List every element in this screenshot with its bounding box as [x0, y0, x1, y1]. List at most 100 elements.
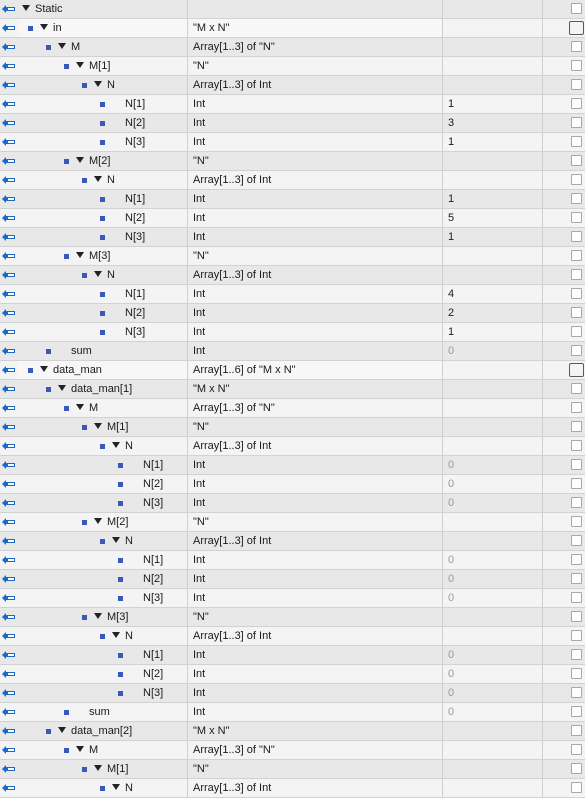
tree-row[interactable]: N[3] Int 0 [0, 684, 585, 703]
tree-row[interactable]: N[3] Int 0 [0, 494, 585, 513]
retain-checkbox[interactable] [571, 706, 582, 717]
name-cell[interactable]: N [18, 76, 188, 94]
name-cell[interactable]: N [18, 266, 188, 284]
name-cell[interactable]: M[1] [18, 418, 188, 436]
tree-row[interactable]: N[2] Int 2 [0, 304, 585, 323]
retain-cell[interactable] [544, 760, 585, 778]
name-cell[interactable]: N[2] [18, 304, 188, 322]
retain-cell[interactable] [544, 57, 585, 75]
expand-triangle-icon[interactable] [94, 81, 102, 87]
name-cell[interactable]: N [18, 627, 188, 645]
retain-checkbox[interactable] [571, 41, 582, 52]
expand-triangle-icon[interactable] [94, 613, 102, 619]
tree-row[interactable]: N Array[1..3] of Int [0, 76, 585, 95]
data-type-cell[interactable]: Int [189, 323, 443, 341]
retain-checkbox[interactable] [571, 497, 582, 508]
name-cell[interactable]: M[2] [18, 513, 188, 531]
name-cell[interactable]: N[3] [18, 589, 188, 607]
retain-checkbox[interactable] [571, 231, 582, 242]
name-cell[interactable]: N[2] [18, 114, 188, 132]
name-cell[interactable]: N [18, 779, 188, 797]
name-cell[interactable]: M [18, 38, 188, 56]
start-value-cell[interactable]: 0 [443, 684, 543, 702]
name-cell[interactable]: data_man[1] [18, 380, 188, 398]
retain-checkbox[interactable] [571, 725, 582, 736]
retain-cell[interactable] [544, 399, 585, 417]
tree-row[interactable]: data_man Array[1..6] of "M x N" [0, 361, 585, 380]
expand-triangle-icon[interactable] [58, 385, 66, 391]
retain-cell[interactable] [544, 171, 585, 189]
retain-cell[interactable] [544, 703, 585, 721]
expand-triangle-icon[interactable] [40, 24, 48, 30]
start-value-cell[interactable]: 1 [443, 95, 543, 113]
retain-checkbox[interactable] [571, 383, 582, 394]
retain-checkbox[interactable] [569, 363, 584, 377]
tree-row[interactable]: data_man[2] "M x N" [0, 722, 585, 741]
retain-cell[interactable] [544, 209, 585, 227]
data-type-cell[interactable]: Array[1..3] of Int [189, 171, 443, 189]
data-type-cell[interactable]: "M x N" [189, 19, 443, 37]
expand-triangle-icon[interactable] [94, 423, 102, 429]
start-value-cell[interactable]: 1 [443, 133, 543, 151]
expand-triangle-icon[interactable] [112, 784, 120, 790]
start-value-cell[interactable] [443, 38, 543, 56]
retain-cell[interactable] [544, 76, 585, 94]
retain-checkbox[interactable] [571, 554, 582, 565]
data-type-cell[interactable]: "M x N" [189, 722, 443, 740]
start-value-cell[interactable] [443, 741, 543, 759]
retain-cell[interactable] [544, 418, 585, 436]
start-value-cell[interactable]: 5 [443, 209, 543, 227]
data-type-cell[interactable]: Array[1..3] of Int [189, 76, 443, 94]
start-value-cell[interactable] [443, 0, 543, 18]
retain-checkbox[interactable] [569, 21, 584, 35]
name-cell[interactable]: sum [18, 703, 188, 721]
data-type-cell[interactable]: Array[1..3] of Int [189, 627, 443, 645]
retain-checkbox[interactable] [571, 79, 582, 90]
start-value-cell[interactable]: 0 [443, 475, 543, 493]
retain-checkbox[interactable] [571, 440, 582, 451]
retain-cell[interactable] [544, 190, 585, 208]
retain-cell[interactable] [544, 608, 585, 626]
name-cell[interactable]: N[3] [18, 684, 188, 702]
tree-row[interactable]: M Array[1..3] of "N" [0, 399, 585, 418]
tree-row[interactable]: sum Int 0 [0, 342, 585, 361]
retain-checkbox[interactable] [571, 535, 582, 546]
name-cell[interactable]: N[2] [18, 665, 188, 683]
start-value-cell[interactable] [443, 437, 543, 455]
start-value-cell[interactable]: 0 [443, 646, 543, 664]
name-cell[interactable]: data_man [18, 361, 188, 379]
retain-checkbox[interactable] [571, 98, 582, 109]
data-type-cell[interactable]: Int [189, 228, 443, 246]
retain-checkbox[interactable] [571, 402, 582, 413]
start-value-cell[interactable]: 1 [443, 190, 543, 208]
retain-cell[interactable] [544, 304, 585, 322]
retain-checkbox[interactable] [571, 516, 582, 527]
name-cell[interactable]: N [18, 437, 188, 455]
name-cell[interactable]: data_man[2] [18, 722, 188, 740]
retain-checkbox[interactable] [571, 288, 582, 299]
retain-cell[interactable] [544, 228, 585, 246]
tree-row[interactable]: N[2] Int 0 [0, 665, 585, 684]
retain-cell[interactable] [544, 114, 585, 132]
retain-checkbox[interactable] [571, 117, 582, 128]
tree-row[interactable]: M[1] "N" [0, 57, 585, 76]
name-cell[interactable]: M[1] [18, 760, 188, 778]
retain-checkbox[interactable] [571, 649, 582, 660]
retain-cell[interactable] [544, 456, 585, 474]
name-cell[interactable]: M[3] [18, 247, 188, 265]
start-value-cell[interactable] [443, 380, 543, 398]
start-value-cell[interactable]: 0 [443, 551, 543, 569]
start-value-cell[interactable]: 3 [443, 114, 543, 132]
retain-cell[interactable] [544, 494, 585, 512]
retain-checkbox[interactable] [571, 763, 582, 774]
start-value-cell[interactable]: 2 [443, 304, 543, 322]
data-type-cell[interactable]: Int [189, 475, 443, 493]
name-cell[interactable]: M[3] [18, 608, 188, 626]
data-type-cell[interactable]: "M x N" [189, 380, 443, 398]
start-value-cell[interactable] [443, 19, 543, 37]
data-type-cell[interactable]: Int [189, 551, 443, 569]
start-value-cell[interactable]: 0 [443, 703, 543, 721]
retain-cell[interactable] [544, 475, 585, 493]
data-type-cell[interactable]: Array[1..3] of "N" [189, 38, 443, 56]
tree-row[interactable]: M[1] "N" [0, 760, 585, 779]
